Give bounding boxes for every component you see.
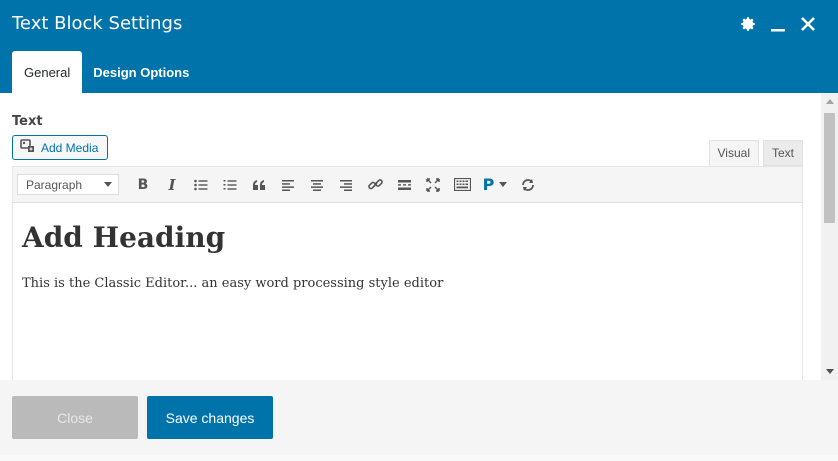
scroll-up-arrow-icon[interactable] [826,99,834,104]
blockquote-button[interactable] [245,171,273,199]
fullscreen-icon [426,177,440,192]
paragraph-icon: P [482,175,495,194]
vertical-scrollbar[interactable] [821,93,838,380]
chevron-down-icon [104,182,112,187]
dialog-title: Text Block Settings [12,13,183,34]
bullet-list-icon [194,179,208,190]
header-icon-group [738,14,818,34]
dialog-tabs: General Design Options [12,51,201,93]
content-paragraph: This is the Classic Editor... an easy wo… [22,276,444,291]
blockquote-icon [253,179,265,190]
minimize-icon[interactable] [768,14,788,34]
dialog-header: Text Block Settings General Design Optio… [0,0,838,93]
tab-design-options[interactable]: Design Options [82,51,201,93]
toolbar-toggle-button[interactable] [448,171,476,199]
align-right-icon [340,179,352,191]
scroll-down-arrow-icon[interactable] [826,369,834,374]
align-left-button[interactable] [274,171,302,199]
dialog-body: Text Add Media Visual Text Paragraph B I… [0,93,838,380]
text-field-label: Text [12,114,43,129]
add-media-button[interactable]: Add Media [12,135,108,160]
bullet-list-button[interactable] [187,171,215,199]
text-block-settings-dialog: Text Block Settings General Design Optio… [0,0,838,461]
editor-toolbar: Paragraph B I P [13,167,802,203]
toolbar-toggle-icon [453,178,471,191]
read-more-button[interactable] [390,171,418,199]
fullscreen-button[interactable] [419,171,447,199]
editor-mode-tabs: Visual Text [708,140,803,166]
close-icon[interactable] [798,14,818,34]
link-button[interactable] [361,171,389,199]
numbered-list-button[interactable] [216,171,244,199]
italic-icon: I [168,175,176,194]
align-center-button[interactable] [303,171,331,199]
classic-editor: Paragraph B I P Add Heading This is the … [12,166,803,380]
tab-general[interactable]: General [12,51,83,93]
chevron-down-icon [499,182,508,187]
undo-redo-icon [522,178,534,191]
align-center-icon [311,179,323,191]
link-icon [367,179,383,190]
read-more-icon [397,179,411,190]
bold-button[interactable]: B [129,171,157,199]
paragraph-style-button[interactable]: P [477,171,513,199]
italic-button[interactable]: I [158,171,186,199]
background-page-strip [0,455,838,461]
align-left-icon [282,179,294,191]
numbered-list-icon [223,179,237,190]
tab-text[interactable]: Text [762,140,803,166]
gear-icon[interactable] [738,14,758,34]
editor-content[interactable]: Add Heading This is the Classic Editor..… [13,203,802,309]
bold-icon: B [137,176,149,193]
align-right-button[interactable] [332,171,360,199]
scrollbar-thumb[interactable] [824,113,835,223]
tab-visual[interactable]: Visual [708,140,759,166]
undo-redo-button[interactable] [514,171,542,199]
add-media-label: Add Media [41,140,99,155]
media-icon [20,139,36,156]
close-button[interactable]: Close [12,396,138,439]
save-changes-button[interactable]: Save changes [147,396,273,439]
content-heading: Add Heading [22,221,226,254]
format-select-value: Paragraph [26,177,83,192]
dialog-footer: Close Save changes [0,380,838,461]
format-select[interactable]: Paragraph [17,174,119,195]
